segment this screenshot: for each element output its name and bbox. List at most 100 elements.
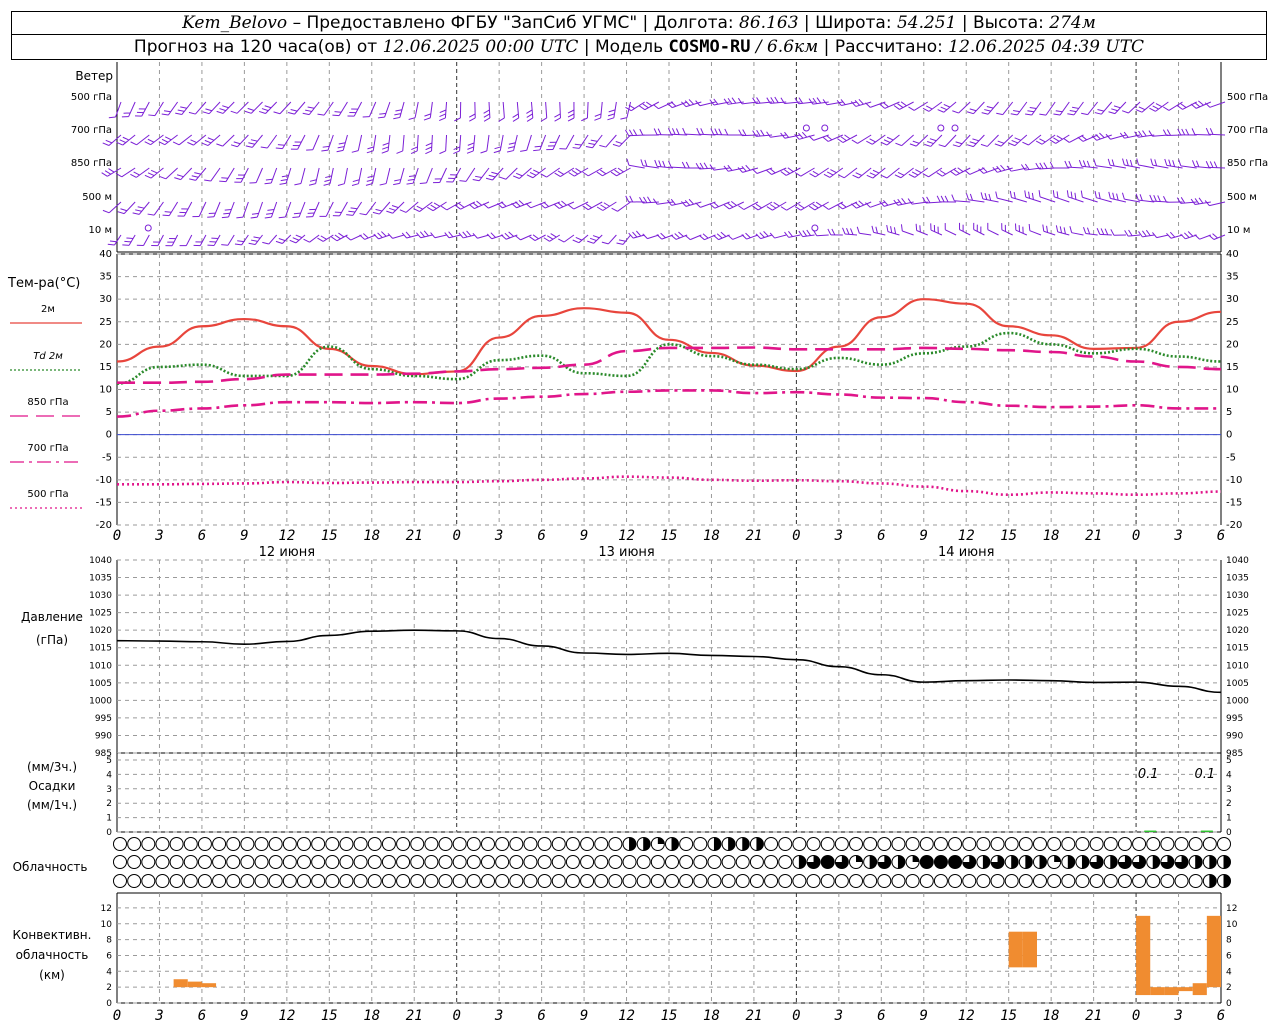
temp-ytick-left: 30: [99, 294, 112, 305]
wind-barb: [936, 167, 957, 177]
wind-barb-staff: [578, 234, 589, 244]
temp-ytick-left: 20: [99, 339, 112, 350]
cloud-symbol: [495, 874, 510, 888]
cloud-symbol: [481, 855, 495, 869]
conv-ytick-right: 8: [1226, 936, 1232, 946]
wind-barb: [396, 134, 405, 154]
wind-barb-flag: [462, 231, 468, 238]
wind-barb-flag: [582, 205, 589, 211]
cloud-symbol: [565, 837, 580, 851]
wind-barb-staff: [1155, 101, 1169, 112]
wind-barb-staff: [153, 201, 164, 216]
wind-barb-flag: [994, 143, 1002, 147]
conv-bar: [1022, 931, 1037, 968]
time-axis-bottom-tick-label: 18: [1043, 1008, 1060, 1024]
cloud-symbol: [240, 837, 255, 851]
wind-barb-flag: [188, 111, 196, 115]
cloud-symbol: [381, 855, 396, 869]
cloud-symbol-fill: [1209, 874, 1217, 888]
wind-barb: [207, 234, 221, 246]
cloud-title: Облачность: [13, 860, 88, 874]
wind-barb-flag: [249, 182, 257, 184]
wind-barb-flag: [260, 146, 268, 149]
wind-barb-flag: [1198, 197, 1204, 204]
wind-barb-flag: [973, 222, 975, 230]
prec-ytick-left: 4: [106, 770, 112, 780]
wind-barb: [978, 167, 999, 174]
wind-barb-flag: [303, 238, 310, 243]
time-axis-bottom-tick-label: 21: [1085, 1008, 1102, 1024]
wind-barb: [1022, 134, 1042, 146]
wind-barb: [1014, 223, 1028, 236]
wind-barb: [458, 230, 475, 239]
wind-barb: [992, 164, 1013, 173]
wind-barb: [221, 201, 235, 219]
wind-barb: [1094, 101, 1113, 115]
wind-barb-flag: [1081, 112, 1088, 116]
wind-barb: [709, 98, 730, 106]
wind-barb-flag: [1086, 227, 1091, 235]
wind-barb: [596, 167, 617, 177]
wind-barb: [345, 234, 362, 241]
cloud-symbol: [452, 837, 467, 851]
temp-series-line: [116, 389, 1221, 418]
wind-barb-flag: [1121, 192, 1125, 200]
wind-barb-flag: [670, 234, 677, 240]
wind-title: Ветер: [75, 69, 113, 83]
wind-barb-flag: [454, 117, 461, 122]
wind-barb-flag: [275, 240, 283, 244]
wind-barb: [162, 201, 179, 217]
wind-barb-flag: [856, 226, 860, 234]
cloud-symbol: [976, 874, 991, 888]
wind-barb-flag: [130, 141, 137, 146]
cloud-symbol: [863, 874, 878, 888]
wind-barb-flag: [466, 230, 472, 237]
wind-barb-flag: [406, 182, 414, 185]
wind-barb: [723, 97, 744, 105]
wind-barb-flag: [893, 105, 900, 110]
wind-barb: [483, 101, 491, 122]
cloud-symbol: [452, 874, 467, 888]
wind-barb-staff: [419, 201, 433, 212]
wind-barb-flag: [278, 216, 286, 219]
prec-ytick-left: 1: [106, 814, 112, 824]
wind-level-label-left: 700 гПа: [71, 125, 112, 136]
wind-barb-flag: [1209, 128, 1214, 135]
wind-barb-flag: [512, 175, 520, 179]
cloud-symbol: [778, 874, 793, 888]
cloud-symbol-fill: [799, 855, 806, 869]
cloud-symbol-fill: [657, 837, 665, 844]
wind-barb-staff: [928, 101, 943, 112]
cloud-symbol: [1033, 837, 1047, 851]
wind-barb-staff: [1069, 134, 1084, 143]
precip-bar-label: 0.1: [1138, 767, 1159, 782]
time-axis-top-tick-label: 9: [920, 528, 928, 544]
wind-barb-staff: [1045, 101, 1056, 116]
wind-barb-flag: [219, 180, 226, 183]
prec-ytick-left: 0: [106, 828, 112, 838]
wind-barb-flag: [938, 144, 946, 148]
wind-barb-flag: [248, 242, 256, 246]
time-axis-bottom-tick-label: 12: [278, 1008, 295, 1024]
wind-barb: [1204, 200, 1226, 207]
cloud-symbol: [353, 837, 368, 851]
cloud-symbol: [141, 855, 156, 869]
cloud-symbol: [155, 837, 170, 851]
wind-barb-staff: [251, 134, 263, 148]
wind-barb-flag: [567, 113, 575, 118]
wind-barb-flag: [1139, 194, 1143, 201]
cloud-symbol: [424, 837, 439, 851]
wind-barb-staff: [282, 234, 292, 244]
wind-barb-flag: [121, 116, 129, 118]
wind-barb: [596, 201, 617, 211]
temp-ytick-right: 25: [1226, 317, 1239, 328]
wind-barb-staff: [225, 167, 235, 182]
wind-barb-flag: [490, 232, 496, 238]
wind-barb-staff: [199, 234, 207, 246]
wind-barb-flag: [1069, 226, 1073, 233]
wind-barb: [372, 201, 391, 215]
wind-barb: [278, 201, 292, 219]
wind-calm-circle: [802, 124, 810, 132]
wind-barb-staff: [1099, 233, 1112, 236]
wind-barb: [116, 134, 136, 146]
